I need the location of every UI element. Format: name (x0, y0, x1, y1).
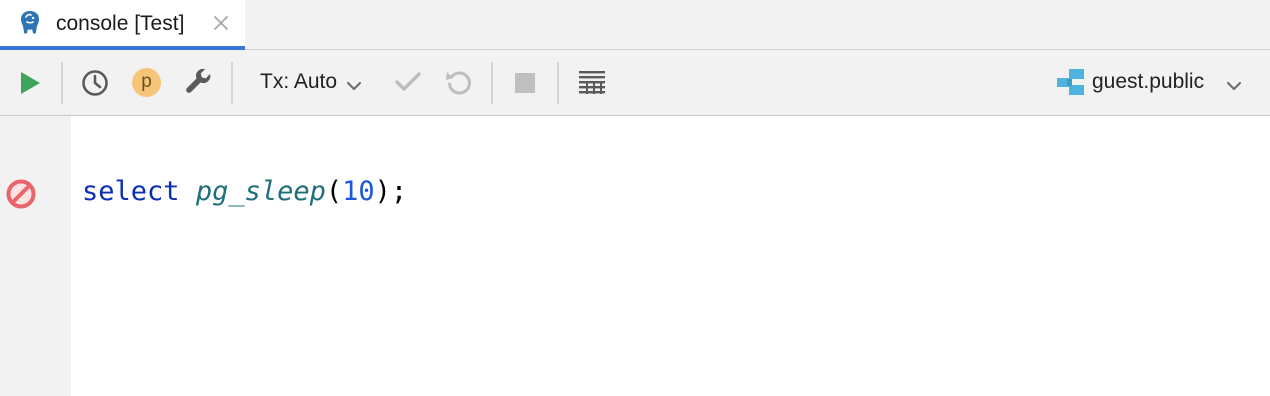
close-icon[interactable] (212, 14, 230, 32)
schema-icon[interactable] (1056, 68, 1086, 96)
chevron-down-icon[interactable] (1226, 80, 1242, 92)
history-clock-icon[interactable] (80, 68, 110, 98)
console-toolbar: p Tx: Auto guest.public (0, 50, 1270, 116)
sql-number: 10 (342, 176, 375, 207)
sql-paren: ( (325, 176, 343, 207)
tab-title: console [Test] (56, 12, 185, 35)
wrench-icon[interactable] (183, 67, 215, 99)
commit-check-icon[interactable] (394, 70, 422, 94)
sql-terminator: ); (374, 176, 408, 207)
cancel-execution-icon[interactable] (5, 178, 37, 210)
toolbar-separator (61, 62, 63, 104)
stop-icon[interactable] (514, 72, 536, 94)
tab-console-test[interactable]: console [Test] (0, 0, 245, 50)
toolbar-separator (491, 62, 493, 104)
session-badge[interactable]: p (132, 68, 161, 97)
editor-gutter (0, 116, 71, 396)
schema-selector[interactable]: guest.public (1092, 70, 1204, 94)
toolbar-separator (557, 62, 559, 104)
tab-bar: console [Test] (0, 0, 1270, 50)
toolbar-separator (231, 62, 233, 104)
table-view-icon[interactable] (578, 69, 606, 95)
sql-editor[interactable] (71, 116, 1270, 396)
rollback-icon[interactable] (445, 68, 473, 96)
sql-function: pg_sleep (195, 176, 326, 207)
code-line[interactable]: select pg_sleep(10); (82, 176, 407, 207)
run-icon[interactable] (18, 70, 42, 96)
transaction-mode-dropdown[interactable]: Tx: Auto (260, 70, 337, 94)
chevron-down-icon[interactable] (346, 80, 362, 92)
postgresql-elephant-icon (21, 11, 39, 34)
sql-keyword: select (82, 176, 180, 207)
